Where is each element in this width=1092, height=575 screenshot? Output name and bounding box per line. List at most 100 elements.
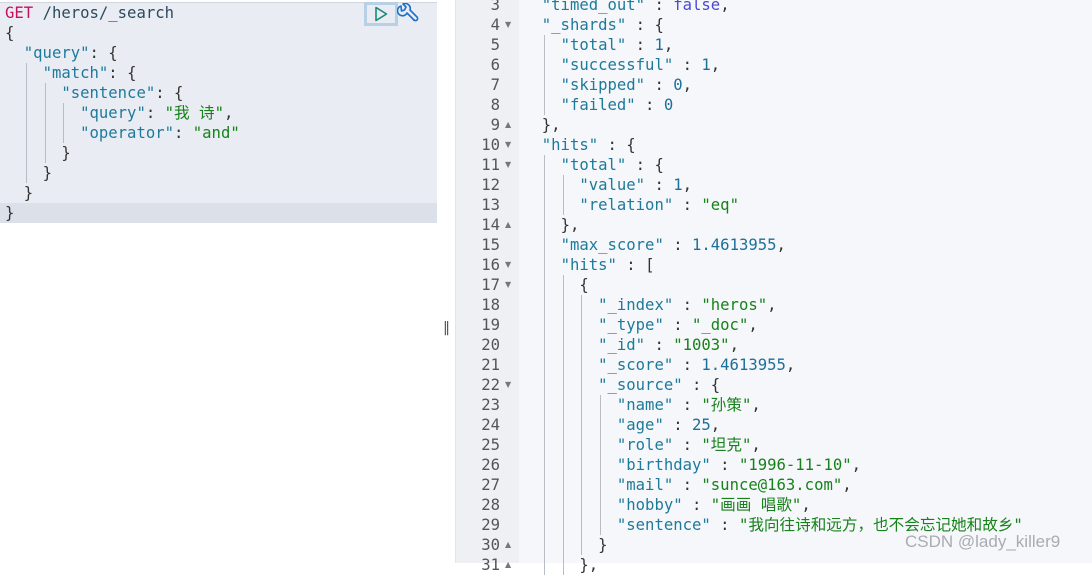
- punctuation: [99, 44, 108, 62]
- json-key: "max_score": [560, 236, 664, 254]
- punctuation: [664, 76, 673, 94]
- request-line[interactable]: }: [5, 143, 70, 163]
- indent-guide: [562, 275, 564, 295]
- fold-arrow-up-icon[interactable]: ▲: [505, 215, 511, 235]
- json-key: "age": [616, 416, 664, 434]
- punctuation: :: [673, 396, 693, 414]
- punctuation: [523, 116, 542, 134]
- json-string: "1003": [673, 336, 730, 354]
- request-line[interactable]: "sentence": {: [5, 83, 183, 103]
- punctuation: [5, 184, 24, 202]
- indent-guide: [581, 375, 583, 395]
- request-line[interactable]: }: [5, 203, 14, 223]
- indent-guide: [44, 103, 46, 123]
- response-line: "failed" : 0: [523, 95, 674, 115]
- punctuation: [5, 104, 80, 122]
- punctuation: [683, 316, 692, 334]
- punctuation: :: [682, 376, 702, 394]
- indent-guide: [562, 395, 564, 415]
- line-number: 25: [481, 436, 500, 454]
- response-viewer[interactable]: 3 "timed_out" : false, 4 ▼ "_shards" : {5 …: [455, 0, 1092, 575]
- json-key: "value": [579, 176, 646, 194]
- indent-guide: [543, 355, 545, 375]
- punctuation: [692, 476, 701, 494]
- punctuation: ,: [748, 316, 758, 334]
- indent-guide: [543, 275, 545, 295]
- punctuation: ,: [682, 176, 693, 194]
- indent-guide: [543, 55, 545, 75]
- request-line[interactable]: {: [5, 23, 14, 43]
- indent-guide: [562, 295, 564, 315]
- drag-handle-icon[interactable]: ‖: [443, 320, 450, 336]
- fold-arrow-down-icon[interactable]: ▼: [505, 255, 511, 275]
- punctuation: [664, 176, 673, 194]
- request-line[interactable]: }: [5, 163, 52, 183]
- request-line[interactable]: "operator": "and": [5, 123, 240, 143]
- json-string: "and": [192, 124, 240, 142]
- punctuation: {: [579, 276, 589, 294]
- response-line: "skipped" : 0,: [523, 75, 692, 95]
- punctuation: :: [645, 76, 664, 94]
- wrench-icon[interactable]: [397, 3, 419, 25]
- indent-guide: [543, 75, 545, 95]
- indent-guide: [543, 155, 545, 175]
- punctuation: [523, 476, 617, 494]
- request-line[interactable]: "match": {: [5, 63, 137, 83]
- punctuation: [523, 76, 561, 94]
- punctuation: ,: [569, 216, 580, 234]
- indent-guide: [581, 415, 583, 435]
- response-line: "timed_out" : false,: [523, 0, 730, 15]
- indent-guide: [543, 195, 545, 215]
- punctuation: [523, 0, 542, 14]
- fold-arrow-down-icon[interactable]: ▼: [505, 155, 511, 175]
- punctuation: ,: [729, 336, 739, 354]
- punctuation: {: [654, 16, 664, 34]
- punctuation: [692, 396, 701, 414]
- indent-guide: [44, 143, 46, 163]
- punctuation: :: [645, 336, 664, 354]
- line-number: 9: [490, 116, 500, 134]
- indent-guide: [543, 415, 545, 435]
- punctuation: [617, 136, 626, 154]
- punctuation: {: [710, 376, 721, 394]
- indent-guide: [562, 355, 564, 375]
- punctuation: [523, 196, 579, 214]
- request-editor[interactable]: GET /heros/_search{ "query": { "match": …: [0, 0, 437, 563]
- indent-guide: [581, 435, 583, 455]
- punctuation: [523, 396, 617, 414]
- punctuation: [33, 4, 42, 22]
- json-key: "relation": [579, 196, 674, 214]
- indent-guide: [543, 315, 545, 335]
- punctuation: {: [654, 156, 664, 174]
- json-string: "_doc": [692, 316, 749, 334]
- line-number: 11: [481, 156, 500, 174]
- punctuation: [523, 456, 617, 474]
- punctuation: [5, 124, 80, 142]
- fold-arrow-down-icon[interactable]: ▼: [505, 375, 511, 395]
- fold-arrow-down-icon[interactable]: ▼: [505, 135, 511, 155]
- fold-arrow-down-icon[interactable]: ▼: [505, 275, 511, 295]
- punctuation: [636, 256, 645, 274]
- response-line: "_id" : "1003",: [523, 335, 739, 355]
- fold-arrow-up-icon[interactable]: ▲: [505, 555, 511, 575]
- run-request-button[interactable]: [364, 2, 398, 26]
- punctuation: :: [673, 436, 693, 454]
- request-line[interactable]: "query": {: [5, 43, 118, 63]
- fold-arrow-up-icon[interactable]: ▲: [505, 535, 511, 555]
- line-number: 15: [481, 236, 500, 254]
- fold-arrow-up-icon[interactable]: ▲: [505, 115, 511, 135]
- response-line: "successful" : 1,: [523, 55, 721, 75]
- fold-arrow-down-icon[interactable]: ▼: [505, 15, 511, 35]
- response-line: {: [523, 275, 589, 295]
- request-line[interactable]: }: [5, 183, 33, 203]
- response-line: "_type" : "_doc",: [523, 315, 758, 335]
- line-number: 7: [490, 76, 500, 94]
- line-number: 27: [481, 476, 500, 494]
- request-line[interactable]: "query": "我 诗",: [5, 103, 233, 123]
- punctuation: ,: [785, 356, 796, 374]
- json-string: "画画 唱歌": [710, 496, 802, 514]
- request-line[interactable]: GET /heros/_search: [5, 3, 174, 23]
- pane-divider[interactable]: [437, 0, 455, 563]
- indent-guide: [600, 395, 602, 415]
- indent-guide: [25, 123, 27, 143]
